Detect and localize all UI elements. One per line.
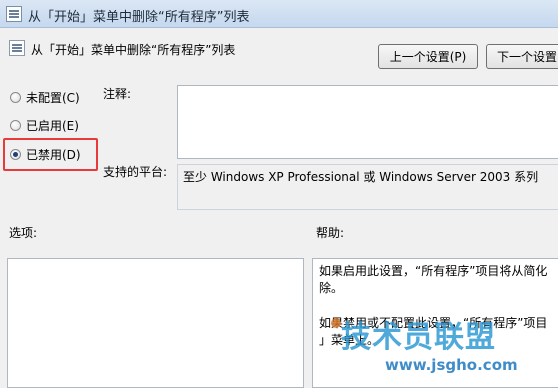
help-label: 帮助:	[316, 226, 345, 240]
help-line: 除。	[319, 281, 344, 295]
options-label: 选项:	[9, 226, 38, 240]
comment-label: 注释:	[103, 87, 132, 101]
help-line: 」菜单上。	[319, 333, 380, 347]
radio-enabled[interactable]: 已启用(E)	[10, 116, 79, 134]
radio-not-configured[interactable]: 未配置(C)	[10, 88, 80, 106]
platform-value: 至少 Windows XP Professional 或 Windows Ser…	[183, 170, 539, 184]
help-line: 如果禁用或不配置此设置，“所有程序”项目	[319, 316, 548, 330]
policy-setting-icon	[9, 40, 25, 56]
title-bar: 从「开始」菜单中删除“所有程序”列表	[0, 0, 558, 28]
help-line: 如果启用此设置，“所有程序”项目将从简化	[319, 264, 548, 278]
next-setting-button[interactable]: 下一个设置	[486, 44, 558, 69]
window-title: 从「开始」菜单中删除“所有程序”列表	[28, 10, 250, 25]
radio-enabled-button[interactable]	[10, 119, 21, 131]
policy-window-icon	[6, 6, 22, 22]
options-panel	[7, 258, 304, 388]
radio-not-configured-button[interactable]	[10, 91, 21, 103]
radio-not-configured-label: 未配置(C)	[26, 90, 80, 105]
previous-setting-button[interactable]: 上一个设置(P)	[378, 44, 478, 69]
radio-enabled-label: 已启用(E)	[26, 118, 79, 133]
comment-textarea[interactable]	[177, 85, 558, 159]
help-panel[interactable]: 如果启用此设置，“所有程序”项目将从简化 除。 如果禁用或不配置此设置，“所有程…	[312, 258, 558, 388]
highlight-annotation-box	[3, 138, 98, 171]
platform-label: 支持的平台:	[103, 165, 168, 179]
policy-title: 从「开始」菜单中删除“所有程序”列表	[31, 43, 236, 57]
